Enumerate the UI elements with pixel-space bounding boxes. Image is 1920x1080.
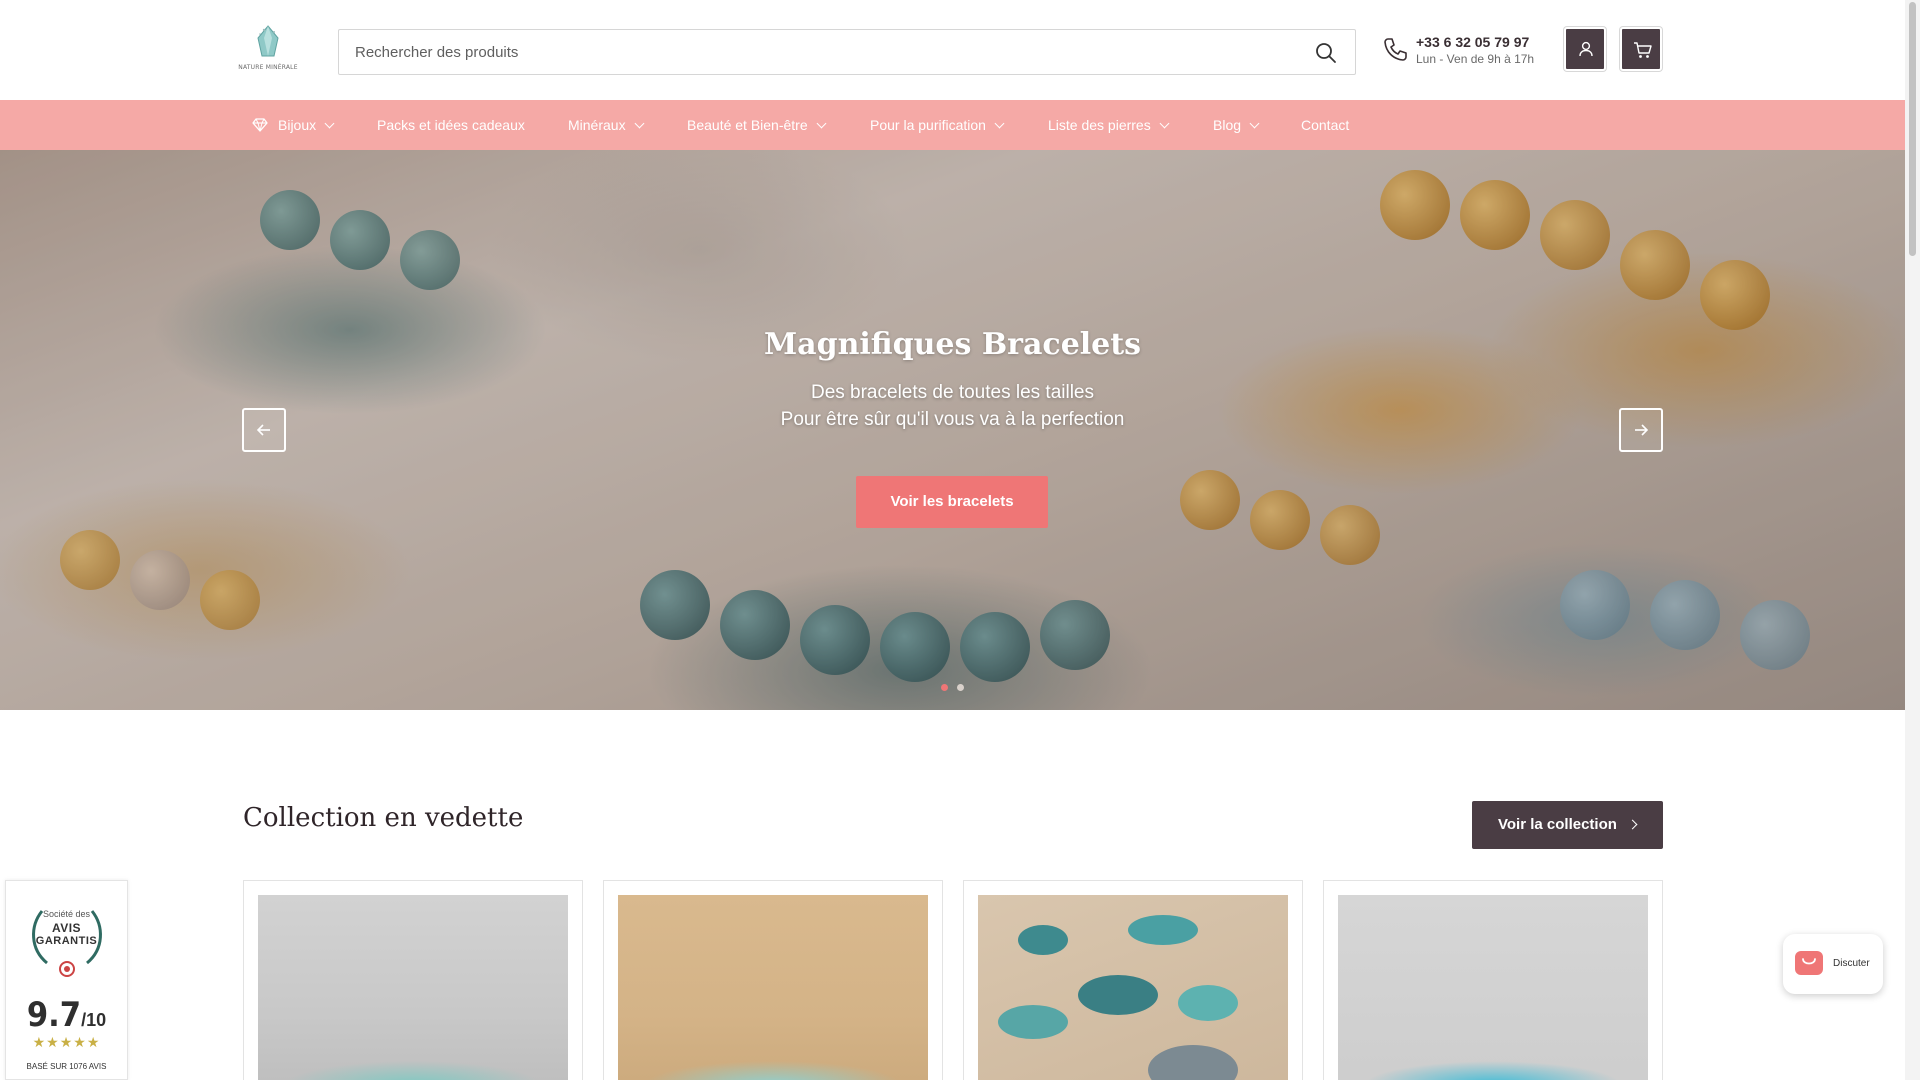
slider-dot-2[interactable] — [957, 684, 964, 691]
chat-button[interactable]: Discuter — [1783, 934, 1883, 994]
chevron-right-icon — [1627, 819, 1638, 830]
chevron-down-icon — [994, 118, 1005, 129]
arrow-left-icon — [256, 424, 270, 436]
page-scrollbar[interactable] — [1905, 0, 1920, 1080]
hero-cta-button[interactable]: Voir les bracelets — [856, 476, 1048, 528]
crystal-logo-icon — [257, 25, 279, 57]
badge-line2: AVIS — [51, 921, 82, 935]
gem-icon — [252, 118, 268, 132]
account-button[interactable] — [1564, 27, 1606, 71]
product-image[interactable] — [1338, 895, 1648, 1080]
cart-button[interactable] — [1620, 27, 1662, 71]
site-header: NATURE MINÉRALE +33 6 32 05 79 97 Lun - … — [0, 0, 1905, 100]
chevron-down-icon — [1159, 118, 1170, 129]
product-card[interactable] — [243, 880, 583, 1080]
hero-slider: Magnifiques Bracelets Des bracelets de t… — [0, 150, 1905, 710]
product-image[interactable] — [258, 895, 568, 1080]
badge-line3: GARANTIS — [35, 935, 98, 947]
badge-score: 9.7/10 — [26, 995, 107, 1035]
phone-number[interactable]: +33 6 32 05 79 97 — [1416, 34, 1529, 50]
product-card[interactable] — [963, 880, 1303, 1080]
featured-collection-title: Collection en vedette — [243, 803, 524, 833]
phone-hours: Lun - Ven de 9h à 17h — [1416, 52, 1535, 66]
badge-review-count: BASÉ SUR 1076 AVIS — [26, 1062, 107, 1071]
chevron-down-icon — [1249, 118, 1260, 129]
nav-item-contact[interactable]: Contact — [1301, 100, 1349, 150]
logo-text: NATURE MINÉRALE — [238, 64, 298, 71]
chevron-down-icon — [324, 118, 335, 129]
nav-item-packs[interactable]: Packs et idées cadeaux — [377, 100, 525, 150]
scrollbar-thumb[interactable] — [1909, 2, 1916, 256]
search-icon[interactable] — [1315, 42, 1337, 64]
nav-item-mineraux[interactable]: Minéraux — [568, 100, 645, 150]
slider-prev-button[interactable] — [242, 408, 286, 452]
search-bar[interactable] — [338, 29, 1356, 75]
chat-bubble-icon — [1795, 951, 1823, 975]
star-rating-icon: ★★★★★ — [32, 1034, 101, 1050]
user-icon — [1579, 41, 1593, 57]
product-image[interactable] — [978, 895, 1288, 1080]
search-input[interactable] — [355, 30, 1255, 74]
cart-icon — [1634, 42, 1652, 58]
reviews-badge[interactable]: Société des AVIS GARANTIS 9.7/10 ★★★★★ B… — [5, 880, 128, 1080]
chevron-down-icon — [634, 118, 645, 129]
hero-subtitle-line1: Des bracelets de toutes les tailles — [810, 382, 1095, 403]
chat-label: Discuter — [1833, 958, 1870, 969]
badge-line1: Société des — [42, 909, 91, 919]
view-collection-button[interactable]: Voir la collection — [1472, 801, 1663, 849]
slider-next-button[interactable] — [1619, 408, 1663, 452]
chevron-down-icon — [816, 118, 827, 129]
hero-title: Magnifiques Bracelets — [763, 327, 1142, 362]
nav-item-beaute[interactable]: Beauté et Bien-être — [687, 100, 827, 150]
arrow-right-icon — [1635, 424, 1649, 436]
nav-item-pierres[interactable]: Liste des pierres — [1048, 100, 1170, 150]
product-card[interactable] — [1323, 880, 1663, 1080]
nav-item-blog[interactable]: Blog — [1213, 100, 1260, 150]
slider-dot-1[interactable] — [941, 684, 948, 691]
nav-item-purification[interactable]: Pour la purification — [870, 100, 1005, 150]
nav-item-bijoux[interactable]: Bijoux — [278, 100, 335, 150]
phone-icon — [1384, 38, 1407, 61]
product-image[interactable] — [618, 895, 928, 1080]
product-card[interactable] — [603, 880, 943, 1080]
main-nav: Bijoux Packs et idées cadeaux Minéraux B… — [0, 100, 1905, 150]
